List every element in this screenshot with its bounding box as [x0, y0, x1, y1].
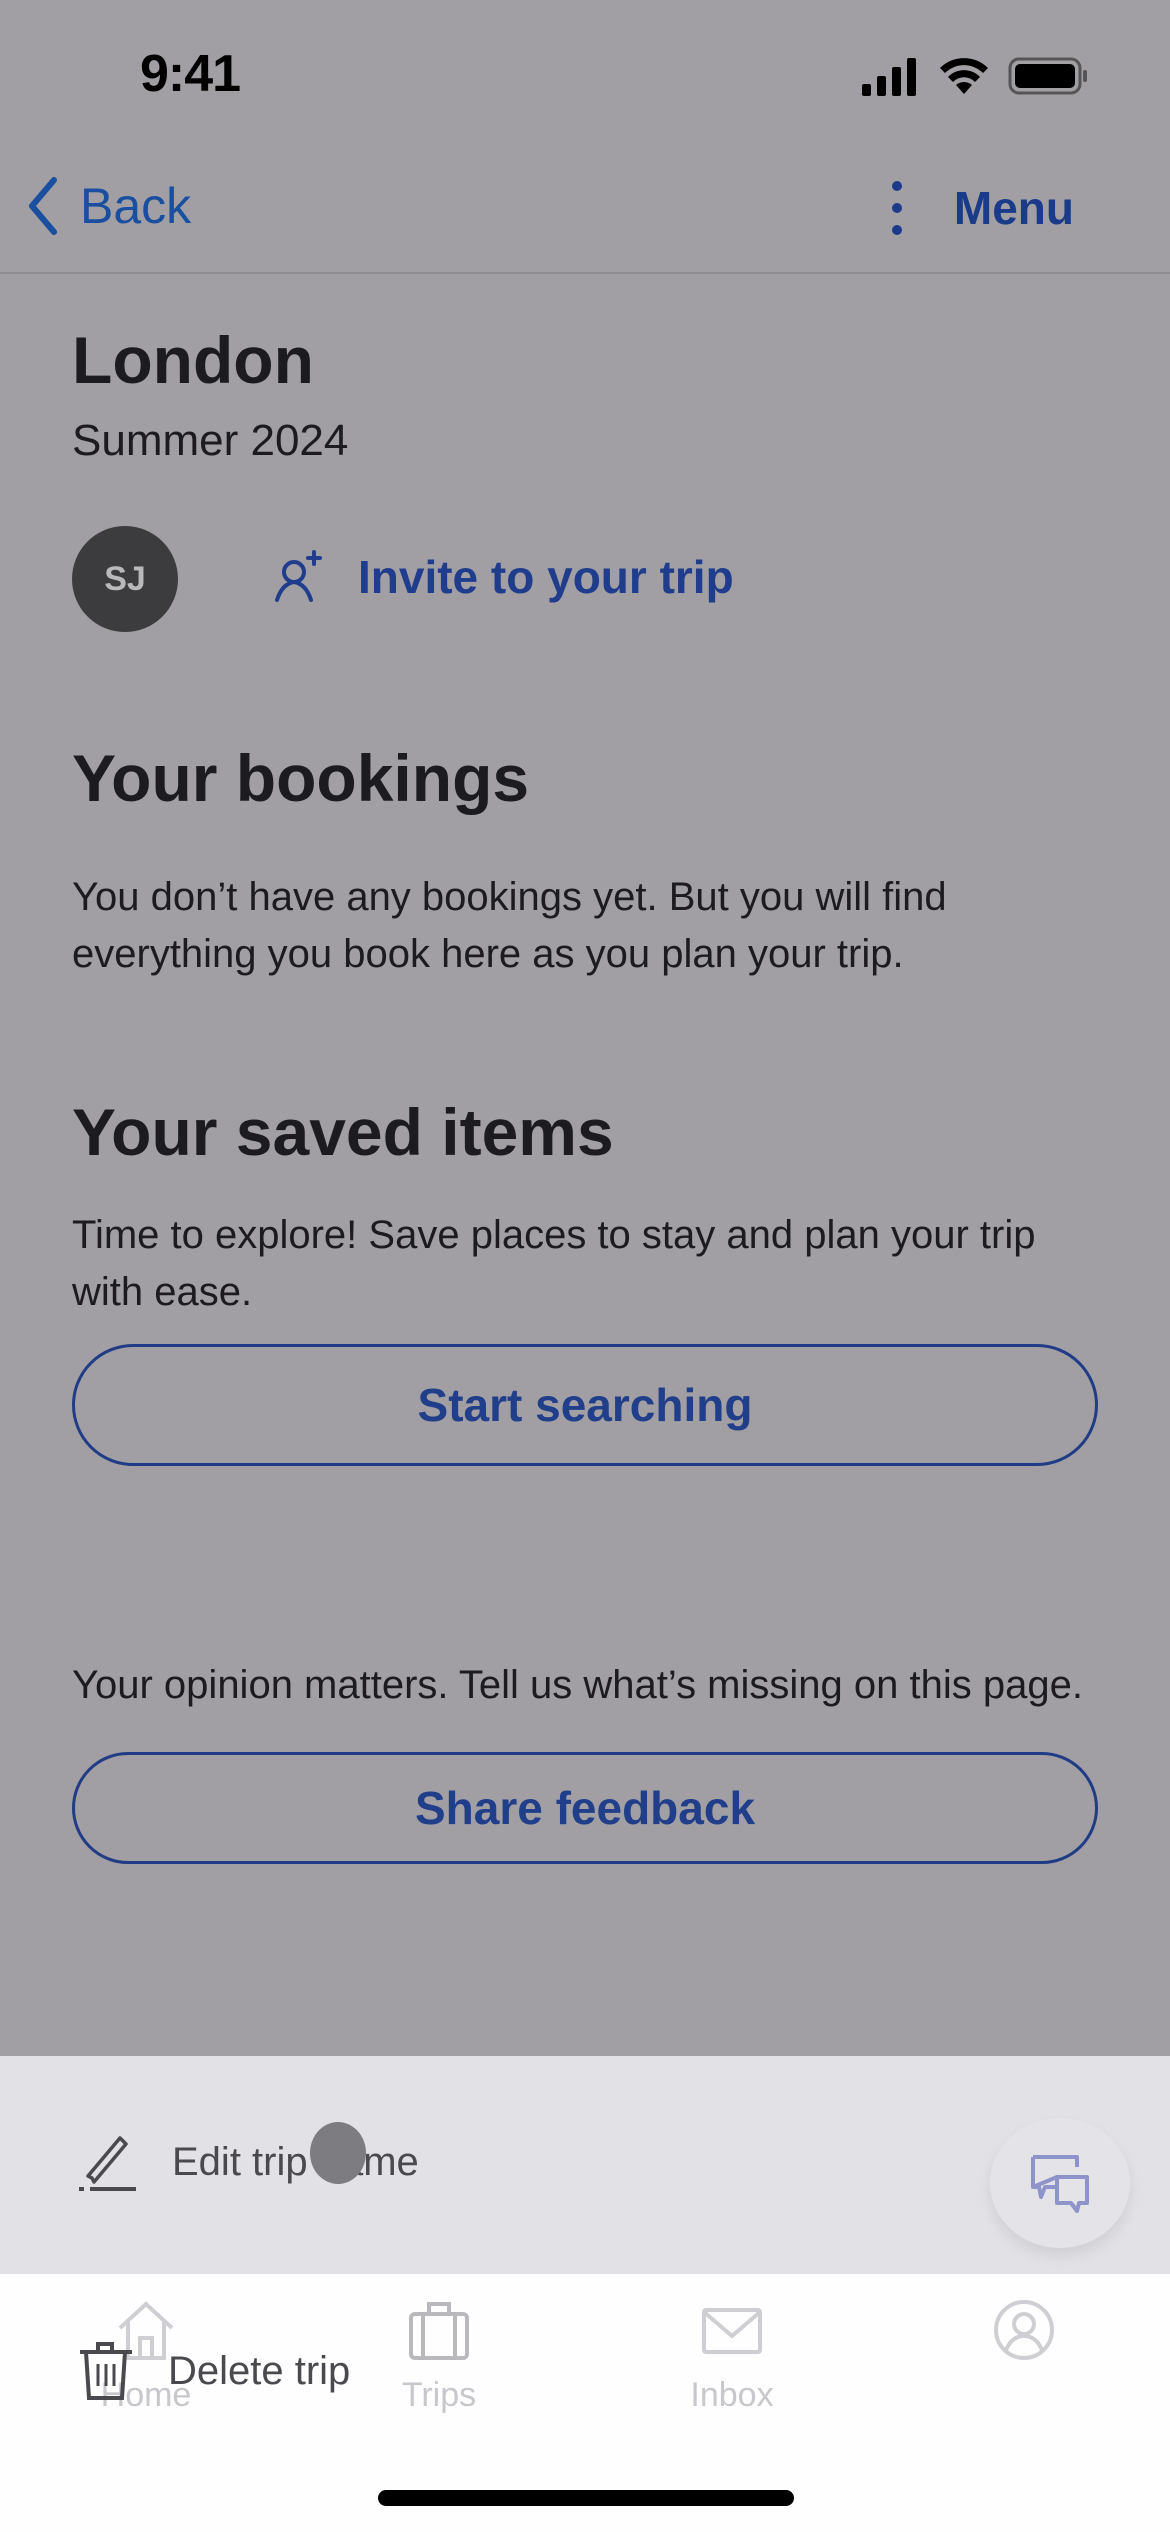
saved-items-heading: Your saved items — [72, 1095, 614, 1169]
back-button[interactable]: Back — [24, 176, 191, 236]
mail-icon — [702, 2308, 762, 2354]
home-indicator — [378, 2490, 794, 2506]
chat-bubbles-icon — [1031, 2155, 1089, 2213]
invite-to-trip-button[interactable]: Invite to your trip — [274, 550, 734, 604]
navigation-bar: Back Menu — [0, 150, 1170, 274]
bookings-body: You don’t have any bookings yet. But you… — [72, 875, 947, 976]
add-person-icon — [275, 550, 322, 602]
touch-indicator — [310, 2122, 366, 2184]
edit-trip-name-item[interactable]: Edit trip name — [78, 2132, 419, 2192]
status-bar: 9:41 — [0, 0, 1170, 150]
feedback-prompt: Your opinion matters. Tell us what’s mis… — [72, 1663, 1083, 1707]
share-feedback-button[interactable]: Share feedback — [72, 1752, 1098, 1864]
battery-icon — [1008, 57, 1087, 95]
wifi-icon — [940, 58, 988, 94]
avatar-initials: SJ — [104, 559, 146, 598]
trip-title: London — [72, 323, 314, 397]
more-vertical-icon — [891, 181, 902, 235]
tab-account[interactable] — [924, 2298, 1124, 2376]
status-icons — [860, 56, 1090, 96]
tab-inbox[interactable]: Inbox — [632, 2298, 832, 2415]
bookings-heading: Your bookings — [72, 741, 530, 815]
edit-trip-name-label: Edit trip name — [172, 2139, 419, 2184]
chat-button[interactable] — [990, 2118, 1130, 2248]
suitcase-icon — [409, 2302, 469, 2360]
tab-trips[interactable]: Trips — [339, 2298, 539, 2415]
saved-items-body: Time to explore! Save places to stay and… — [72, 1213, 1036, 1314]
invite-label: Invite to your trip — [358, 551, 734, 603]
delete-trip-label: Delete trip — [168, 2348, 351, 2393]
avatar[interactable]: SJ — [72, 526, 178, 632]
account-icon — [994, 2300, 1054, 2360]
menu-label: Menu — [953, 182, 1074, 234]
tab-trips-label: Trips — [401, 2376, 477, 2414]
start-searching-button[interactable]: Start searching — [72, 1344, 1098, 1466]
trip-subtitle: Summer 2024 — [72, 416, 349, 465]
pencil-icon — [79, 2136, 136, 2191]
trash-icon — [80, 2342, 132, 2400]
tab-inbox-label: Inbox — [690, 2376, 774, 2414]
chevron-left-icon — [29, 177, 57, 235]
status-time: 9:41 — [140, 45, 241, 103]
cellular-signal-icon — [862, 58, 916, 96]
delete-trip-item[interactable]: Delete trip — [78, 2340, 350, 2402]
back-label: Back — [80, 178, 192, 234]
menu-button[interactable]: Menu — [890, 180, 1074, 236]
